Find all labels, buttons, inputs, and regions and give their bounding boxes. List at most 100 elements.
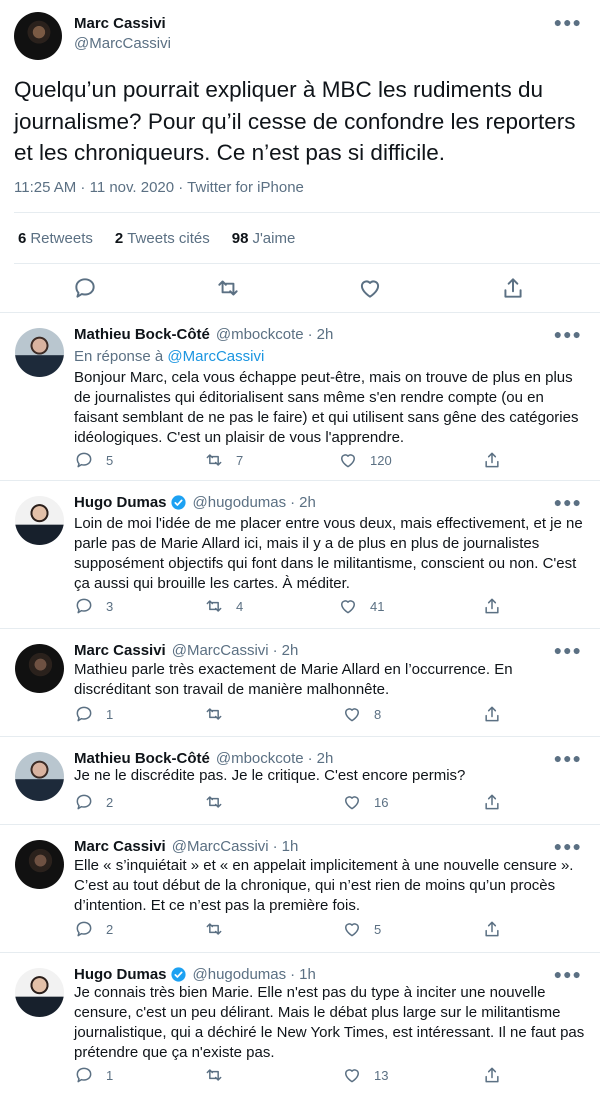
author-handle[interactable]: @MarcCassivi [172,838,269,855]
reply-time[interactable]: 2h [317,750,334,767]
retweets-stat[interactable]: 6 Retweets [18,230,93,247]
share-icon [482,1065,502,1085]
separator: · [290,966,296,983]
share-icon [482,704,502,724]
retweet-button[interactable]: 7 [204,450,243,470]
reply-tweet[interactable]: Marc Cassivi @MarcCassivi · 2h ●●● Mathi… [0,630,600,737]
like-button[interactable]: 120 [338,450,392,470]
retweet-button[interactable] [204,704,224,724]
like-icon[interactable] [357,275,383,301]
reply-time[interactable]: 2h [317,326,334,343]
avatar[interactable] [15,328,64,377]
reply-time[interactable]: 1h [282,838,299,855]
reply-header: Mathieu Bock-Côté @mbockcote · 2h [74,750,333,767]
author-handle[interactable]: @mbockcote [216,326,304,343]
author-handle[interactable]: @hugodumas [193,494,287,511]
author-handle[interactable]: @MarcCassivi [74,35,171,52]
author-handle[interactable]: @MarcCassivi [172,642,269,659]
retweet-button[interactable]: 4 [204,596,243,616]
retweet-icon [204,1065,224,1085]
share-icon [482,450,502,470]
reply-text: Je connais très bien Marie. Elle n'est p… [74,984,585,1061]
like-icon [342,704,362,724]
reply-time[interactable]: 2h [282,642,299,659]
reply-icon[interactable] [72,275,98,301]
avatar[interactable] [15,752,64,801]
author-name[interactable]: Mathieu Bock-Côté [74,326,210,343]
reply-count: 3 [106,598,114,614]
reply-header: Marc Cassivi @MarcCassivi · 2h [74,642,298,659]
like-button[interactable]: 41 [338,596,384,616]
author-name[interactable]: Mathieu Bock-Côté [74,750,210,767]
author-name[interactable]: Marc Cassivi [74,642,166,659]
author-name[interactable]: Hugo Dumas [74,966,167,983]
reply-button[interactable]: 1 [74,1065,113,1085]
reply-time[interactable]: 2h [299,494,316,511]
verified-icon [170,495,186,510]
retweet-icon [204,596,224,616]
tweet-timestamp[interactable]: 11:25 AM · 11 nov. 2020 · Twitter for iP… [14,179,304,196]
more-icon[interactable]: ●●● [554,326,582,342]
reply-button[interactable]: 3 [74,596,113,616]
like-button[interactable]: 16 [342,792,388,812]
avatar[interactable] [15,644,64,693]
share-button[interactable] [482,704,502,724]
reply-button[interactable]: 5 [74,450,113,470]
reply-tweet[interactable]: Marc Cassivi @MarcCassivi · 1h ●●● Elle … [0,826,600,953]
reply-button[interactable]: 1 [74,704,113,724]
author-name[interactable]: Marc Cassivi [74,15,166,32]
reply-count: 1 [106,706,114,722]
reply-actions: 1 13 [74,1065,514,1085]
more-icon[interactable]: ●●● [554,966,582,982]
likes-stat[interactable]: 98 J'aime [232,230,296,247]
more-icon[interactable]: ●●● [554,14,582,30]
reply-header: Marc Cassivi @MarcCassivi · 1h [74,838,298,855]
share-button[interactable] [482,792,502,812]
separator: · [307,326,313,343]
reply-icon [74,704,94,724]
more-icon[interactable]: ●●● [554,750,582,766]
avatar[interactable] [14,12,62,60]
avatar[interactable] [15,496,64,545]
reply-tweet[interactable]: Hugo Dumas @hugodumas · 2h ●●● Loin de m… [0,482,600,629]
reply-actions: 5 7 120 [74,450,514,470]
more-icon[interactable]: ●●● [554,838,582,854]
reply-button[interactable]: 2 [74,919,113,939]
retweet-button[interactable] [204,1065,224,1085]
share-icon [482,792,502,812]
share-button[interactable] [482,1065,502,1085]
separator: · [272,642,278,659]
retweet-icon[interactable] [215,275,241,301]
reply-tweet[interactable]: Mathieu Bock-Côté @mbockcote · 2h ●●● En… [0,314,600,481]
retweet-count: 4 [236,598,244,614]
author-name[interactable]: Marc Cassivi [74,838,166,855]
reply-button[interactable]: 2 [74,792,113,812]
reply-text: Mathieu parle très exactement de Marie A… [74,661,513,698]
retweet-icon [204,919,224,939]
avatar[interactable] [15,968,64,1017]
share-button[interactable] [482,596,502,616]
avatar[interactable] [15,840,64,889]
author-handle[interactable]: @mbockcote [216,750,304,767]
more-icon[interactable]: ●●● [554,642,582,658]
like-count: 5 [374,921,382,937]
share-icon[interactable] [500,275,526,301]
quotes-stat[interactable]: 2 Tweets cités [115,230,210,247]
reply-text: Elle « s’inquiétait » et « en appelait i… [74,857,574,914]
reply-tweet[interactable]: Mathieu Bock-Côté @mbockcote · 2h ●●● Je… [0,738,600,825]
share-button[interactable] [482,450,502,470]
retweet-button[interactable] [204,792,224,812]
more-icon[interactable]: ●●● [554,494,582,510]
like-button[interactable]: 13 [342,1065,388,1085]
reply-icon [74,1065,94,1085]
retweet-button[interactable] [204,919,224,939]
like-button[interactable]: 5 [342,919,381,939]
reply-header: Hugo Dumas @hugodumas · 1h [74,966,316,983]
reply-time[interactable]: 1h [299,966,316,983]
reply-tweet[interactable]: Hugo Dumas @hugodumas · 1h ●●● Je connai… [0,954,600,1100]
mention-link[interactable]: @MarcCassivi [167,348,264,365]
like-button[interactable]: 8 [342,704,381,724]
author-handle[interactable]: @hugodumas [193,966,287,983]
share-button[interactable] [482,919,502,939]
author-name[interactable]: Hugo Dumas [74,494,167,511]
